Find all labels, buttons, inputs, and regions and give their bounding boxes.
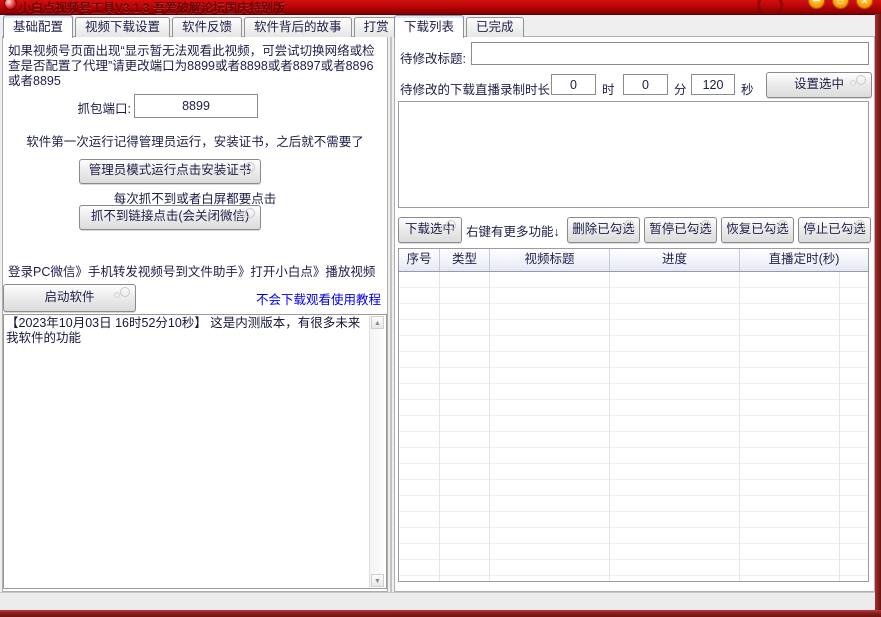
log-text: 【2023年10月03日 16时52分10秒】 这是内测版本，有很多未来我软件的…	[6, 316, 368, 346]
swirl-icon	[245, 162, 255, 172]
minimize-icon[interactable]: －	[808, 0, 825, 9]
hours-input[interactable]	[551, 74, 596, 95]
install-cert-button-label: 管理员模式运行点击安装证书	[89, 163, 252, 177]
minutes-unit-label: 分	[674, 79, 687, 98]
download-selected-button[interactable]: 下载选中	[398, 217, 462, 243]
left-tab-strip: 基础配置 视频下载设置 软件反馈 软件背后的故事 打赏	[3, 15, 399, 37]
right-click-hint: 右键有更多功能↓	[466, 221, 560, 240]
pending-title-label: 待修改标题:	[400, 48, 466, 67]
tutorial-link[interactable]: 不会下载观看使用教程	[256, 289, 381, 308]
col-header-progress[interactable]: 进度	[610, 249, 740, 271]
log-scrollbar[interactable]: ▲ ▼	[369, 316, 385, 587]
table-column	[490, 272, 610, 581]
first-run-note: 软件第一次运行记得管理员运行，安装证书，之后就不需要了	[3, 131, 387, 150]
usage-steps-text: 登录PC微信》手机转发视频号到文件助手》打开小白点》播放视频	[8, 261, 375, 280]
title-bar: 小白点视频号工具V3.1.3 吾爱破解论坛国庆特别版 － □ ✕	[0, 0, 881, 15]
delete-checked-button[interactable]: 删除已勾选	[567, 217, 640, 243]
window-border-right	[875, 14, 881, 617]
start-software-button[interactable]: 启动软件	[3, 284, 136, 312]
swirl-icon	[855, 220, 865, 230]
tab-basic-config[interactable]: 基础配置	[3, 15, 73, 38]
hours-unit-label: 时	[602, 79, 615, 98]
download-table-body[interactable]	[399, 272, 868, 581]
seconds-input[interactable]	[691, 74, 735, 95]
log-area[interactable]: 【2023年10月03日 16时52分10秒】 这是内测版本，有很多未来我软件的…	[3, 314, 387, 589]
start-software-button-label: 启动软件	[44, 290, 94, 304]
capture-port-label: 抓包端口:	[3, 98, 131, 117]
swirl-icon	[624, 220, 634, 230]
download-list-panel: 待修改标题: 待修改的下载直播录制时长: 时 分 秒 设置选中 下载选中 右键有…	[394, 36, 875, 592]
action-button-row: 下载选中 右键有更多功能↓ 删除已勾选 暂停已勾选 恢复已勾选 停止已勾选	[398, 217, 870, 241]
tab-completed[interactable]: 已完成	[466, 17, 524, 37]
capture-port-input[interactable]	[134, 94, 258, 118]
relink-button-label: 抓不到链接点击(会关闭微信)	[91, 209, 249, 223]
table-column	[399, 272, 440, 581]
swirl-icon	[856, 75, 866, 85]
table-column	[610, 272, 740, 581]
swirl-icon	[701, 220, 711, 230]
swirl-icon	[245, 208, 255, 218]
proxy-help-text: 如果视频号页面出现“显示暂无法观看此视频，可尝试切换网络或检查是否配置了代理”请…	[8, 44, 382, 89]
stop-checked-button[interactable]: 停止已勾选	[798, 217, 871, 243]
tab-feedback[interactable]: 软件反馈	[172, 17, 242, 37]
window-border-bottom	[0, 610, 881, 617]
basic-config-panel: 如果视频号页面出现“显示暂无法观看此视频，可尝试切换网络或检查是否配置了代理”请…	[2, 36, 388, 592]
col-header-live-timer[interactable]: 直播定时(秒)	[740, 249, 868, 271]
scroll-down-icon[interactable]: ▼	[371, 574, 384, 587]
right-tab-strip: 下载列表 已完成	[394, 15, 524, 37]
table-column	[740, 272, 840, 581]
install-cert-button[interactable]: 管理员模式运行点击安装证书	[79, 159, 261, 184]
download-table: 序号 类型 视频标题 进度 直播定时(秒)	[398, 248, 869, 582]
titlebar-swirl-decoration	[757, 0, 783, 15]
record-duration-label: 待修改的下载直播录制时长:	[400, 79, 553, 98]
status-bar	[0, 592, 875, 611]
swirl-icon	[778, 220, 788, 230]
set-selected-button[interactable]: 设置选中	[766, 72, 872, 98]
resume-checked-button[interactable]: 恢复已勾选	[721, 217, 794, 243]
window-title: 小白点视频号工具V3.1.3 吾爱破解论坛国庆特别版	[19, 0, 285, 15]
table-column	[440, 272, 490, 581]
set-selected-button-label: 设置选中	[794, 77, 844, 91]
col-header-index[interactable]: 序号	[399, 249, 440, 271]
pending-edit-box[interactable]	[398, 101, 869, 208]
download-table-header: 序号 类型 视频标题 进度 直播定时(秒)	[399, 249, 868, 272]
maximize-icon[interactable]: □	[832, 0, 849, 9]
col-header-title[interactable]: 视频标题	[490, 249, 610, 271]
swirl-icon	[120, 287, 130, 297]
tab-donate[interactable]: 打赏	[354, 17, 399, 37]
swirl-icon	[446, 220, 456, 230]
minutes-input[interactable]	[623, 74, 668, 95]
tab-download-list[interactable]: 下载列表	[394, 15, 464, 38]
close-icon[interactable]: ✕	[856, 0, 873, 9]
relink-button[interactable]: 抓不到链接点击(会关闭微信)	[79, 205, 261, 230]
tab-story[interactable]: 软件背后的故事	[244, 17, 352, 37]
tab-download-settings[interactable]: 视频下载设置	[75, 17, 170, 37]
panel-divider	[390, 36, 392, 592]
app-window: 小白点视频号工具V3.1.3 吾爱破解论坛国庆特别版 － □ ✕ 基础配置 视频…	[0, 0, 881, 617]
pending-title-input[interactable]	[471, 42, 869, 65]
pause-checked-button[interactable]: 暂停已勾选	[644, 217, 717, 243]
seconds-unit-label: 秒	[741, 79, 754, 98]
col-header-type[interactable]: 类型	[440, 249, 490, 271]
table-column	[840, 272, 868, 581]
app-icon	[4, 0, 17, 10]
scroll-up-icon[interactable]: ▲	[371, 316, 384, 329]
